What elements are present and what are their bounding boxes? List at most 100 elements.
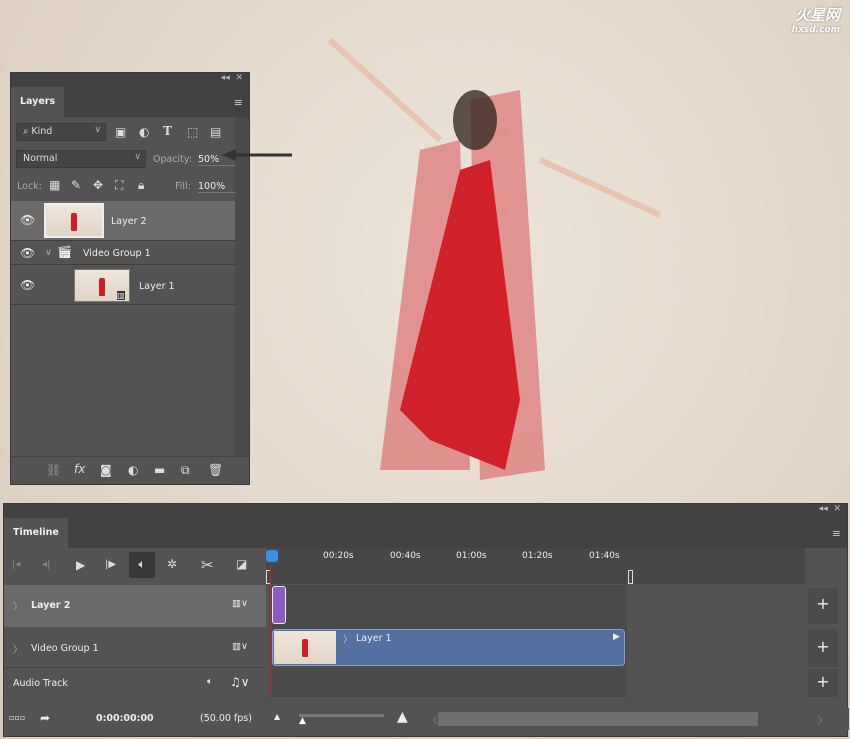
play-icon[interactable]: ▶ xyxy=(76,558,85,572)
chevron-down-icon: ∨ xyxy=(134,152,141,162)
add-media-button[interactable]: + xyxy=(808,629,838,667)
link-icon[interactable]: ⛓ xyxy=(46,463,61,477)
track-header-audio[interactable]: Audio Track 🔈︎ ♫∨ xyxy=(4,669,266,697)
timeline-footer: ▫▫▫ ➦ 0:00:00:00 (50.00 fps) ▲ ▲ ▲ 〈 〉 xyxy=(4,708,849,730)
lock-artboard-icon[interactable]: ⛶ xyxy=(115,178,123,193)
layer-row[interactable]: 👁︎ Layer 2 xyxy=(11,201,235,241)
film-icon: ▥ xyxy=(117,291,125,300)
lock-move-icon[interactable]: ✥ xyxy=(93,178,103,192)
scroll-right-icon[interactable]: 〉 xyxy=(818,713,828,727)
layers-bottom-toolbar: ⛓ fx ◙ ◐ ▬ ⧉ 🗑︎ xyxy=(11,456,249,484)
filter-kind-select[interactable]: ⌕ Kind ∨ xyxy=(16,123,106,141)
eye-icon[interactable]: 👁︎ xyxy=(20,213,35,227)
panel-topbar: ◂◂ ✕ xyxy=(11,73,249,87)
playback-controls: |◂ ◂| ▶ |▶ 🔈︎ ✲ ✂ ◪ xyxy=(4,548,266,584)
scissors-icon[interactable]: ✂ xyxy=(201,556,214,574)
scroll-left-icon[interactable]: 〈 xyxy=(428,713,438,727)
chevron-down-icon: ∨ xyxy=(94,125,101,135)
collapse-icon[interactable]: ◂◂ xyxy=(221,73,230,83)
settings-gear-icon[interactable]: ✲ xyxy=(167,557,177,571)
go-to-first-frame-icon[interactable]: |◂ xyxy=(12,559,20,570)
previous-frame-icon[interactable]: ◂| xyxy=(42,559,50,570)
adjustment-icon[interactable]: ◐ xyxy=(139,125,149,139)
chevron-right-icon[interactable]: 〉 xyxy=(13,642,23,656)
ruler-tick: 01:00s xyxy=(456,551,487,561)
ruler-tick: 01:20s xyxy=(522,551,553,561)
blend-mode-select[interactable]: Normal ∨ xyxy=(16,150,146,168)
playhead-handle[interactable] xyxy=(266,550,278,562)
trash-icon[interactable]: 🗑︎ xyxy=(208,463,223,477)
track-name: Audio Track xyxy=(13,678,68,689)
transition-icon[interactable]: ◪ xyxy=(236,557,247,571)
opacity-label: Opacity: xyxy=(153,154,193,165)
track-name: Video Group 1 xyxy=(31,643,99,654)
panel-topbar: ◂◂ ✕ xyxy=(4,504,847,518)
watermark-logo: 火星网 hxsd.com xyxy=(791,6,840,35)
lock-brush-icon[interactable]: ✎ xyxy=(71,178,81,192)
clip-name: Layer 1 xyxy=(356,633,392,644)
clapperboard-icon: 🎬︎ xyxy=(57,245,73,259)
ruler-tick: 01:40s xyxy=(589,551,620,561)
frame-mode-icon[interactable]: ▫▫▫ xyxy=(9,713,25,722)
zoom-slider[interactable] xyxy=(299,714,384,717)
audio-icon[interactable]: 🔈︎ xyxy=(207,676,213,687)
clip-thumbnail xyxy=(274,631,336,664)
shape-icon[interactable]: ⬚ xyxy=(187,125,198,139)
music-note-icon[interactable]: ♫∨ xyxy=(230,675,250,689)
work-area-end-handle[interactable] xyxy=(628,570,633,584)
close-icon[interactable]: ✕ xyxy=(833,504,841,514)
layer-row[interactable]: 👁︎ ▥ Layer 1 xyxy=(11,266,235,305)
add-media-button[interactable]: + xyxy=(808,588,838,624)
mask-icon[interactable]: ◙ xyxy=(100,463,112,477)
lock-transparent-icon[interactable]: ▦ xyxy=(49,178,60,192)
track-header-layer-2[interactable]: 〉 Layer 2 ▥∨ xyxy=(4,585,266,627)
clip-end-icon[interactable]: ▶ xyxy=(613,632,620,642)
track-name: Layer 2 xyxy=(31,600,71,611)
layer-row[interactable]: 👁︎ ∨ 🎬︎ Video Group 1 xyxy=(11,242,235,265)
next-frame-icon[interactable]: |▶ xyxy=(105,559,116,570)
lock-label: Lock: xyxy=(17,181,42,192)
layer-thumbnail xyxy=(44,203,104,238)
chevron-down-icon[interactable]: ∨ xyxy=(45,247,52,258)
tab-layers[interactable]: Layers xyxy=(11,87,65,117)
layer-name[interactable]: Layer 1 xyxy=(139,281,175,292)
collapse-icon[interactable]: ◂◂ xyxy=(819,504,828,514)
zoom-out-icon[interactable]: ▲ xyxy=(274,712,280,721)
layer-2-clip[interactable] xyxy=(272,586,286,624)
playhead-line xyxy=(270,566,271,697)
audio-toggle-icon[interactable]: 🔈︎ xyxy=(129,552,155,578)
panel-menu-icon[interactable]: ≡ xyxy=(234,96,243,109)
lock-all-icon[interactable]: 🔒︎ xyxy=(138,178,144,193)
panel-menu-icon[interactable]: ≡ xyxy=(832,527,841,540)
layer-name[interactable]: Layer 2 xyxy=(111,216,147,227)
layer-1-clip[interactable]: 〉 Layer 1 ▶ xyxy=(272,629,625,666)
film-icon[interactable]: ▥∨ xyxy=(232,641,248,652)
folder-icon[interactable]: ▬ xyxy=(154,463,165,477)
type-icon[interactable]: T xyxy=(163,124,172,138)
horizontal-scrollbar[interactable] xyxy=(438,712,758,726)
render-video-icon[interactable]: ➦ xyxy=(40,711,50,725)
chevron-right-icon[interactable]: 〉 xyxy=(343,632,353,646)
zoom-in-icon[interactable]: ▲ xyxy=(397,709,408,725)
layers-panel: ◂◂ ✕ Layers≡ ⌕ Kind∨ ▣ ◐ T ⬚ ▤ ● Normal∨… xyxy=(10,72,250,485)
film-icon[interactable]: ▥∨ xyxy=(232,598,248,609)
image-icon[interactable]: ▣ xyxy=(115,125,126,139)
timeline-panel: ◂◂ ✕ Timeline ≡ |◂ ◂| ▶ |▶ 🔈︎ ✲ ✂ ◪ 00:20… xyxy=(3,503,849,737)
arrow-annotation xyxy=(222,149,292,161)
close-icon[interactable]: ✕ xyxy=(235,73,243,83)
fps: (50.00 fps) xyxy=(200,713,252,724)
layer-name[interactable]: Video Group 1 xyxy=(83,248,151,259)
chevron-right-icon[interactable]: 〉 xyxy=(13,599,23,613)
zoom-slider-thumb[interactable]: ▲ xyxy=(299,716,306,726)
fx-icon[interactable]: fx xyxy=(74,462,85,476)
adjustment-icon[interactable]: ◐ xyxy=(128,463,138,477)
smart-object-icon[interactable]: ▤ xyxy=(210,125,221,139)
eye-icon[interactable]: 👁︎ xyxy=(20,278,35,292)
eye-icon[interactable]: 👁︎ xyxy=(20,246,35,260)
tab-timeline[interactable]: Timeline xyxy=(4,518,68,548)
add-audio-button[interactable]: + xyxy=(808,669,838,697)
track-header-video-group-1[interactable]: 〉 Video Group 1 ▥∨ xyxy=(4,628,266,668)
scrollbar[interactable] xyxy=(235,117,249,456)
new-layer-icon[interactable]: ⧉ xyxy=(181,463,190,478)
time-ruler[interactable]: 00:20s 00:40s 01:00s 01:20s 01:40s xyxy=(266,548,805,584)
